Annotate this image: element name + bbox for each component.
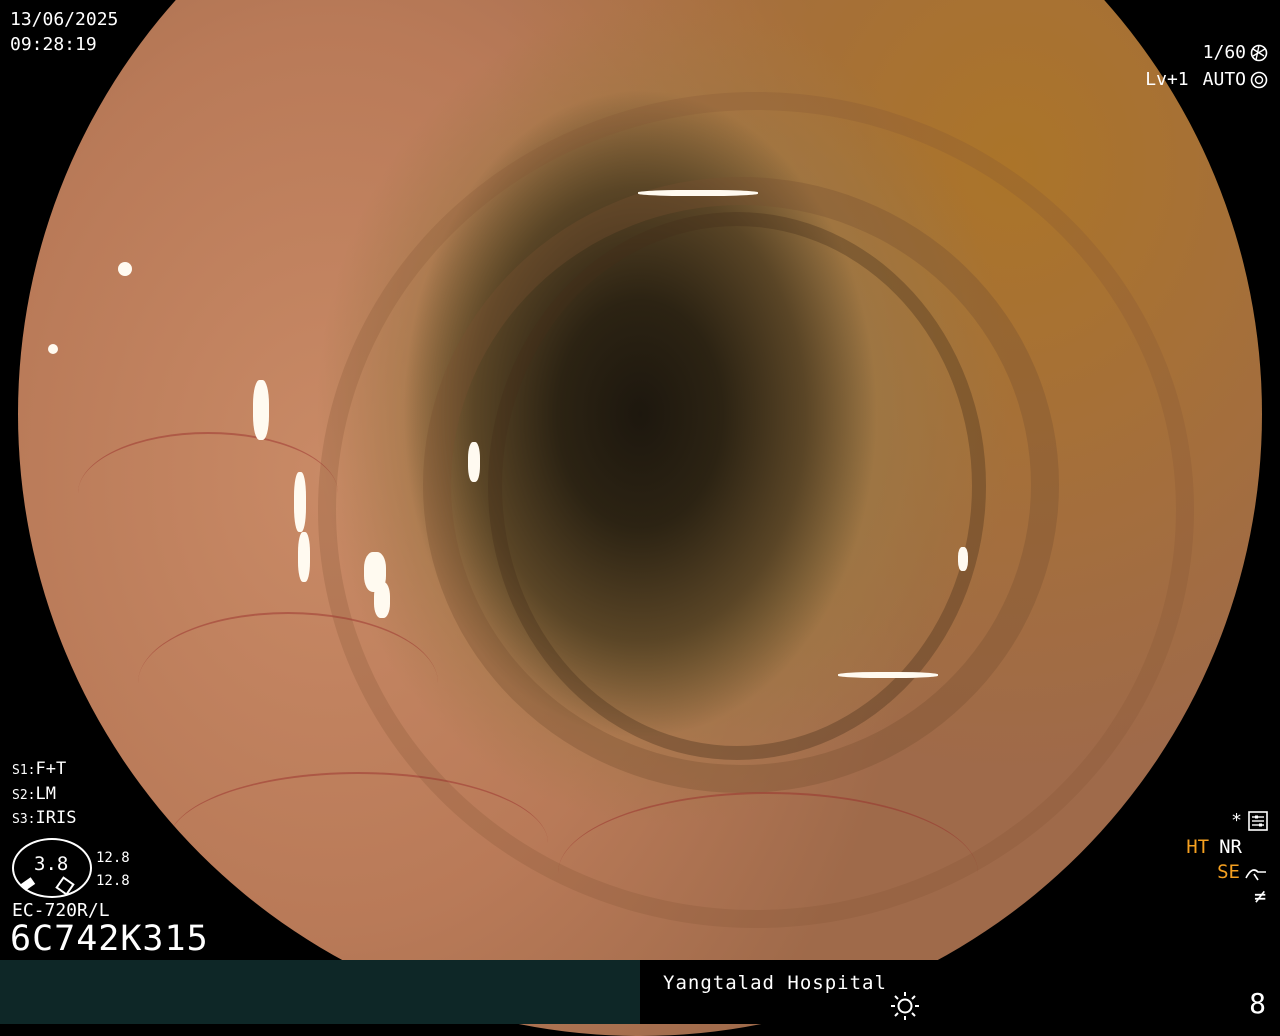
setting-s3: S3:IRIS	[12, 808, 77, 828]
zoom-value: 3.8	[34, 853, 69, 875]
level-value: Lv+1	[1145, 69, 1189, 90]
se-curve-icon	[1245, 868, 1266, 880]
light-reflection	[374, 582, 390, 618]
exposure-readout: Lv+1 AUTO	[1145, 67, 1268, 92]
settings-icon	[1248, 810, 1268, 831]
setting-s1: S1:F+T	[12, 759, 67, 779]
zoom-range-2: 12.8	[96, 873, 130, 889]
brightness-icon	[891, 992, 919, 1020]
light-reflection	[48, 344, 58, 354]
zoom-range-1: 12.8	[96, 850, 130, 866]
light-reflection	[468, 442, 480, 482]
enhancement-se: SE	[1217, 860, 1268, 885]
vessel	[138, 612, 438, 754]
enhancement-header: *	[1231, 808, 1268, 833]
fx-indicator: ≠	[1253, 884, 1266, 908]
ht-label: HT	[1186, 836, 1210, 858]
shutter-icon	[1250, 44, 1268, 61]
footer-panel	[0, 960, 640, 1024]
light-reflection	[118, 262, 132, 276]
date: 13/06/2025	[10, 9, 119, 30]
endoscopic-view	[18, 0, 1262, 1036]
light-reflection	[294, 472, 306, 532]
scope-serial: 6C742K315	[10, 919, 209, 959]
time: 09:28:19	[10, 34, 97, 55]
vessel	[168, 772, 548, 914]
auto-mode: AUTO	[1202, 69, 1246, 90]
setting-s2: S2:LM	[12, 784, 56, 804]
se-label: SE	[1217, 861, 1240, 883]
light-reflection	[298, 532, 310, 582]
shutter-readout: 1/60	[1203, 40, 1268, 65]
light-reflection	[638, 190, 758, 196]
hospital-name: Yangtalad Hospital	[663, 972, 887, 994]
star-indicator: *	[1231, 810, 1242, 831]
nr-label: NR	[1219, 836, 1242, 858]
light-reflection	[253, 380, 269, 440]
footer-bar	[0, 960, 1280, 1024]
vessel	[558, 792, 978, 954]
page-number: 8	[1249, 987, 1266, 1020]
shutter-value: 1/60	[1202, 42, 1246, 63]
light-reflection	[838, 672, 938, 678]
iris-icon	[1250, 71, 1268, 88]
light-reflection	[958, 547, 968, 571]
enhancement-ht-nr: HT NR	[1186, 835, 1242, 860]
